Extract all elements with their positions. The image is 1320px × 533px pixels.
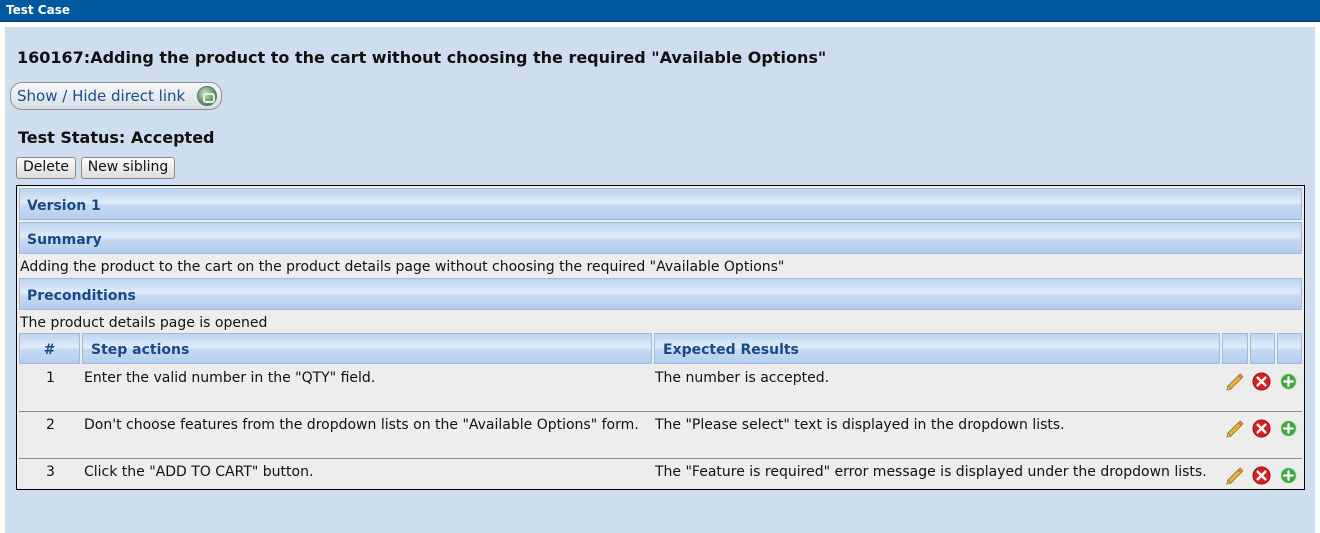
delete-button[interactable]: Delete: [16, 157, 76, 179]
summary-text: Adding the product to the cart on the pr…: [20, 259, 785, 275]
step-number: 3: [46, 464, 55, 480]
direct-link-toggle-button[interactable]: Show / Hide direct link: [10, 82, 222, 110]
step-action: Don't choose features from the dropdown …: [84, 417, 639, 433]
version-header: Version 1: [19, 188, 1302, 220]
step-action: Enter the valid number in the "QTY" fiel…: [84, 370, 376, 386]
step-number: 1: [46, 370, 55, 386]
step-expected-result: The "Feature is required" error message …: [655, 464, 1207, 480]
delete-x-icon[interactable]: [1252, 419, 1271, 438]
table-row: 3 Click the "ADD TO CART" button. The "F…: [19, 460, 1302, 506]
column-header-step-actions: Step actions: [82, 333, 652, 364]
column-header-delete: [1250, 333, 1275, 364]
test-status: Test Status: Accepted: [18, 128, 215, 147]
step-action: Click the "ADD TO CART" button.: [84, 464, 314, 480]
preconditions-text: The product details page is opened: [20, 315, 268, 331]
delete-x-icon[interactable]: [1252, 372, 1271, 391]
table-row: 2 Don't choose features from the dropdow…: [19, 413, 1302, 459]
table-row: 1 Enter the valid number in the "QTY" fi…: [19, 366, 1302, 412]
window-title: Test Case: [0, 0, 1320, 22]
column-header-edit: [1222, 333, 1248, 364]
column-header-add: [1277, 333, 1302, 364]
add-plus-icon[interactable]: [1279, 372, 1298, 391]
pencil-icon[interactable]: [1225, 372, 1244, 391]
test-case-title: 160167:Adding the product to the cart wi…: [17, 48, 827, 67]
column-header-expected-results: Expected Results: [654, 333, 1220, 364]
preconditions-header: Preconditions: [19, 278, 1302, 310]
direct-link-label: Show / Hide direct link: [17, 87, 186, 105]
test-case-details: Version 1 Summary Adding the product to …: [16, 185, 1305, 490]
column-header-number: #: [19, 333, 80, 364]
step-number: 2: [46, 417, 55, 433]
test-case-panel: 160167:Adding the product to the cart wi…: [5, 27, 1315, 533]
add-plus-icon[interactable]: [1279, 466, 1298, 485]
step-expected-result: The "Please select" text is displayed in…: [655, 417, 1065, 433]
pencil-icon[interactable]: [1225, 466, 1244, 485]
summary-header: Summary: [19, 222, 1302, 254]
link-globe-icon: [197, 86, 217, 106]
add-plus-icon[interactable]: [1279, 419, 1298, 438]
step-expected-result: The number is accepted.: [655, 370, 830, 386]
new-sibling-button[interactable]: New sibling: [81, 157, 175, 179]
delete-x-icon[interactable]: [1252, 466, 1271, 485]
pencil-icon[interactable]: [1225, 419, 1244, 438]
